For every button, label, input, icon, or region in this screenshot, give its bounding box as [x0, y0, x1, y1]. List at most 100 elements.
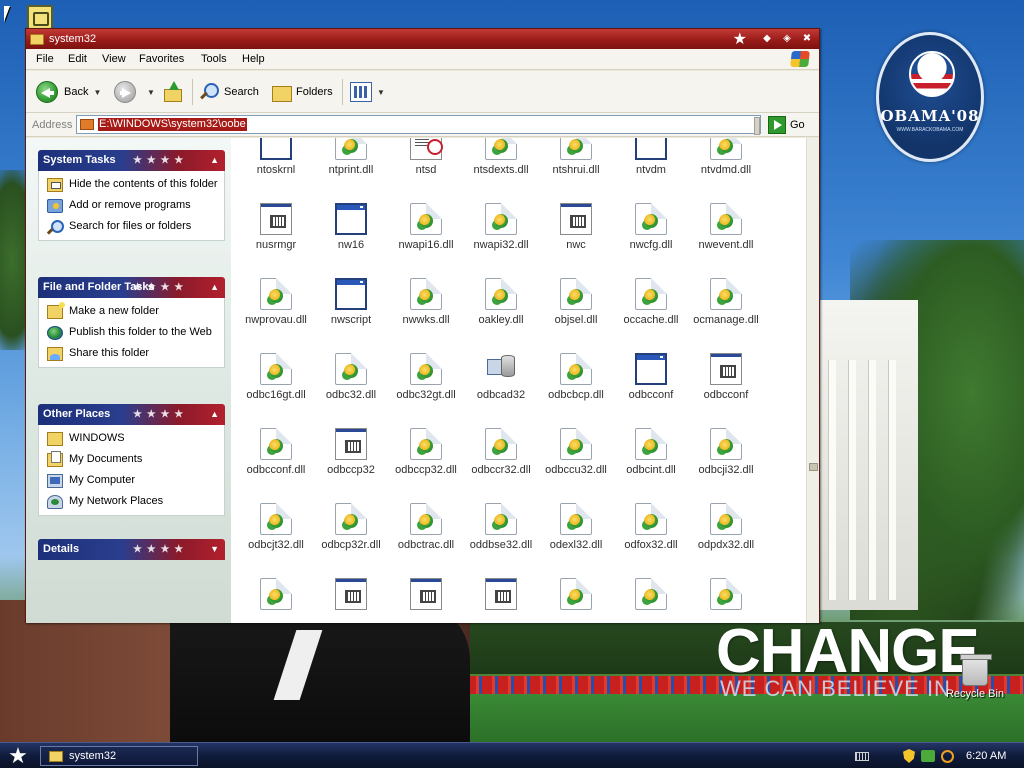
- system-tasks-header[interactable]: System Tasks ★ ★ ★ ★ ▲: [38, 150, 225, 171]
- file-item[interactable]: [239, 578, 313, 614]
- menu-view[interactable]: View: [102, 53, 126, 65]
- file-item[interactable]: odexl32.dll: [539, 503, 613, 551]
- folders-button[interactable]: Folders: [270, 78, 333, 106]
- task-share-folder[interactable]: Share this folder: [47, 346, 218, 361]
- file-item[interactable]: odbc32gt.dll: [389, 353, 463, 401]
- file-item[interactable]: nwapi16.dll: [389, 203, 463, 251]
- menu-tools[interactable]: Tools: [201, 53, 227, 65]
- file-item[interactable]: ntvdmd.dll: [689, 138, 763, 176]
- file-item[interactable]: odbcconf.dll: [239, 428, 313, 476]
- file-item[interactable]: occache.dll: [614, 278, 688, 326]
- address-value[interactable]: E:\WINDOWS\system32\oobe: [98, 118, 247, 131]
- file-item[interactable]: odbcbcp.dll: [539, 353, 613, 401]
- file-item[interactable]: ntsdexts.dll: [464, 138, 538, 176]
- task-hide-folder-contents[interactable]: Hide the contents of this folder: [47, 177, 218, 192]
- search-button[interactable]: Search: [198, 78, 259, 106]
- task-publish-folder[interactable]: Publish this folder to the Web: [47, 325, 218, 340]
- vertical-scrollbar[interactable]: [806, 138, 819, 623]
- file-item[interactable]: nwapi32.dll: [464, 203, 538, 251]
- collapse-chevron-icon[interactable]: ▲: [210, 277, 219, 298]
- file-item[interactable]: nwevent.dll: [689, 203, 763, 251]
- file-item[interactable]: ntshrui.dll: [539, 138, 613, 176]
- file-item[interactable]: nw16: [314, 203, 388, 251]
- collapse-chevron-icon[interactable]: ▲: [210, 150, 219, 171]
- minimize-button[interactable]: ◆: [759, 32, 775, 46]
- expand-chevron-icon[interactable]: ▼: [210, 539, 219, 560]
- go-button[interactable]: Go: [768, 116, 805, 134]
- back-button[interactable]: Back ▼: [36, 78, 101, 106]
- menu-file[interactable]: File: [36, 53, 54, 65]
- forward-button[interactable]: ▼: [114, 78, 155, 106]
- forward-dropdown-icon[interactable]: ▼: [147, 88, 155, 97]
- file-item[interactable]: odbcconf: [614, 353, 688, 401]
- file-item[interactable]: odbcconf: [689, 353, 763, 401]
- magnifier-icon[interactable]: [941, 749, 954, 763]
- file-item[interactable]: [389, 578, 463, 614]
- file-item[interactable]: odbccu32.dll: [539, 428, 613, 476]
- file-item[interactable]: ocmanage.dll: [689, 278, 763, 326]
- file-item[interactable]: ntsd: [389, 138, 463, 176]
- file-item[interactable]: nwcfg.dll: [614, 203, 688, 251]
- file-item[interactable]: odbc16gt.dll: [239, 353, 313, 401]
- place-my-computer[interactable]: My Computer: [47, 473, 218, 488]
- task-make-new-folder[interactable]: Make a new folder: [47, 302, 218, 319]
- file-item[interactable]: odbcad32: [464, 353, 538, 401]
- scrollbar-thumb[interactable]: [809, 463, 818, 471]
- menu-help[interactable]: Help: [242, 53, 265, 65]
- file-item[interactable]: oakley.dll: [464, 278, 538, 326]
- back-dropdown-icon[interactable]: ▼: [93, 88, 101, 97]
- file-item[interactable]: odbcp32r.dll: [314, 503, 388, 551]
- file-item[interactable]: odbccr32.dll: [464, 428, 538, 476]
- file-item[interactable]: [614, 578, 688, 614]
- maximize-button[interactable]: ◈: [779, 32, 795, 46]
- place-my-network-places[interactable]: My Network Places: [47, 494, 218, 509]
- task-search-files[interactable]: Search for files or folders: [47, 219, 218, 234]
- file-item[interactable]: odbctrac.dll: [389, 503, 463, 551]
- file-item[interactable]: nwc: [539, 203, 613, 251]
- file-item[interactable]: ntprint.dll: [314, 138, 388, 176]
- file-item[interactable]: [689, 578, 763, 614]
- recycle-bin[interactable]: Recycle Bin: [940, 654, 1010, 700]
- file-item[interactable]: nwwks.dll: [389, 278, 463, 326]
- file-item[interactable]: odpdx32.dll: [689, 503, 763, 551]
- file-item[interactable]: odbcji32.dll: [689, 428, 763, 476]
- file-folder-tasks-header[interactable]: File and Folder Tasks ★ ★ ★ ★ ▲: [38, 277, 225, 298]
- task-add-remove-programs[interactable]: Add or remove programs: [47, 198, 218, 213]
- file-item[interactable]: nusrmgr: [239, 203, 313, 251]
- file-item[interactable]: odbccp32.dll: [389, 428, 463, 476]
- taskbar-button-system32[interactable]: system32: [40, 746, 198, 766]
- file-item[interactable]: odbcjt32.dll: [239, 503, 313, 551]
- file-item[interactable]: [464, 578, 538, 614]
- security-shield-icon[interactable]: [903, 749, 915, 763]
- details-header[interactable]: Details ★ ★ ★ ★ ▼: [38, 539, 225, 560]
- file-item[interactable]: odbcint.dll: [614, 428, 688, 476]
- network-icon[interactable]: [921, 750, 935, 762]
- address-input[interactable]: E:\WINDOWS\system32\oobe: [76, 115, 761, 134]
- file-item[interactable]: nwprovau.dll: [239, 278, 313, 326]
- file-item[interactable]: nwscript: [314, 278, 388, 326]
- file-item[interactable]: odbccp32: [314, 428, 388, 476]
- close-button[interactable]: ✖: [799, 32, 815, 46]
- views-button[interactable]: ▼: [350, 78, 385, 106]
- file-item[interactable]: odbc32.dll: [314, 353, 388, 401]
- title-bar[interactable]: system32 ★ ◆ ◈ ✖: [26, 29, 819, 49]
- place-windows[interactable]: WINDOWS: [47, 431, 218, 446]
- views-dropdown-icon[interactable]: ▼: [377, 88, 385, 97]
- file-item[interactable]: objsel.dll: [539, 278, 613, 326]
- file-item[interactable]: ntvdm: [614, 138, 688, 176]
- address-dropdown[interactable]: [754, 117, 760, 135]
- file-item[interactable]: oddbse32.dll: [464, 503, 538, 551]
- up-button[interactable]: [162, 78, 188, 106]
- file-item[interactable]: ntoskrnl: [239, 138, 313, 176]
- menu-edit[interactable]: Edit: [68, 53, 87, 65]
- clock[interactable]: 6:20 AM: [966, 750, 1006, 762]
- file-item[interactable]: odfox32.dll: [614, 503, 688, 551]
- other-places-header[interactable]: Other Places ★ ★ ★ ★ ▲: [38, 404, 225, 425]
- menu-favorites[interactable]: Favorites: [139, 53, 184, 65]
- place-my-documents[interactable]: My Documents: [47, 451, 218, 467]
- file-item[interactable]: [539, 578, 613, 614]
- start-button[interactable]: ★: [4, 744, 32, 768]
- keyboard-icon[interactable]: [855, 751, 869, 761]
- collapse-chevron-icon[interactable]: ▲: [210, 404, 219, 425]
- file-item[interactable]: [314, 578, 388, 614]
